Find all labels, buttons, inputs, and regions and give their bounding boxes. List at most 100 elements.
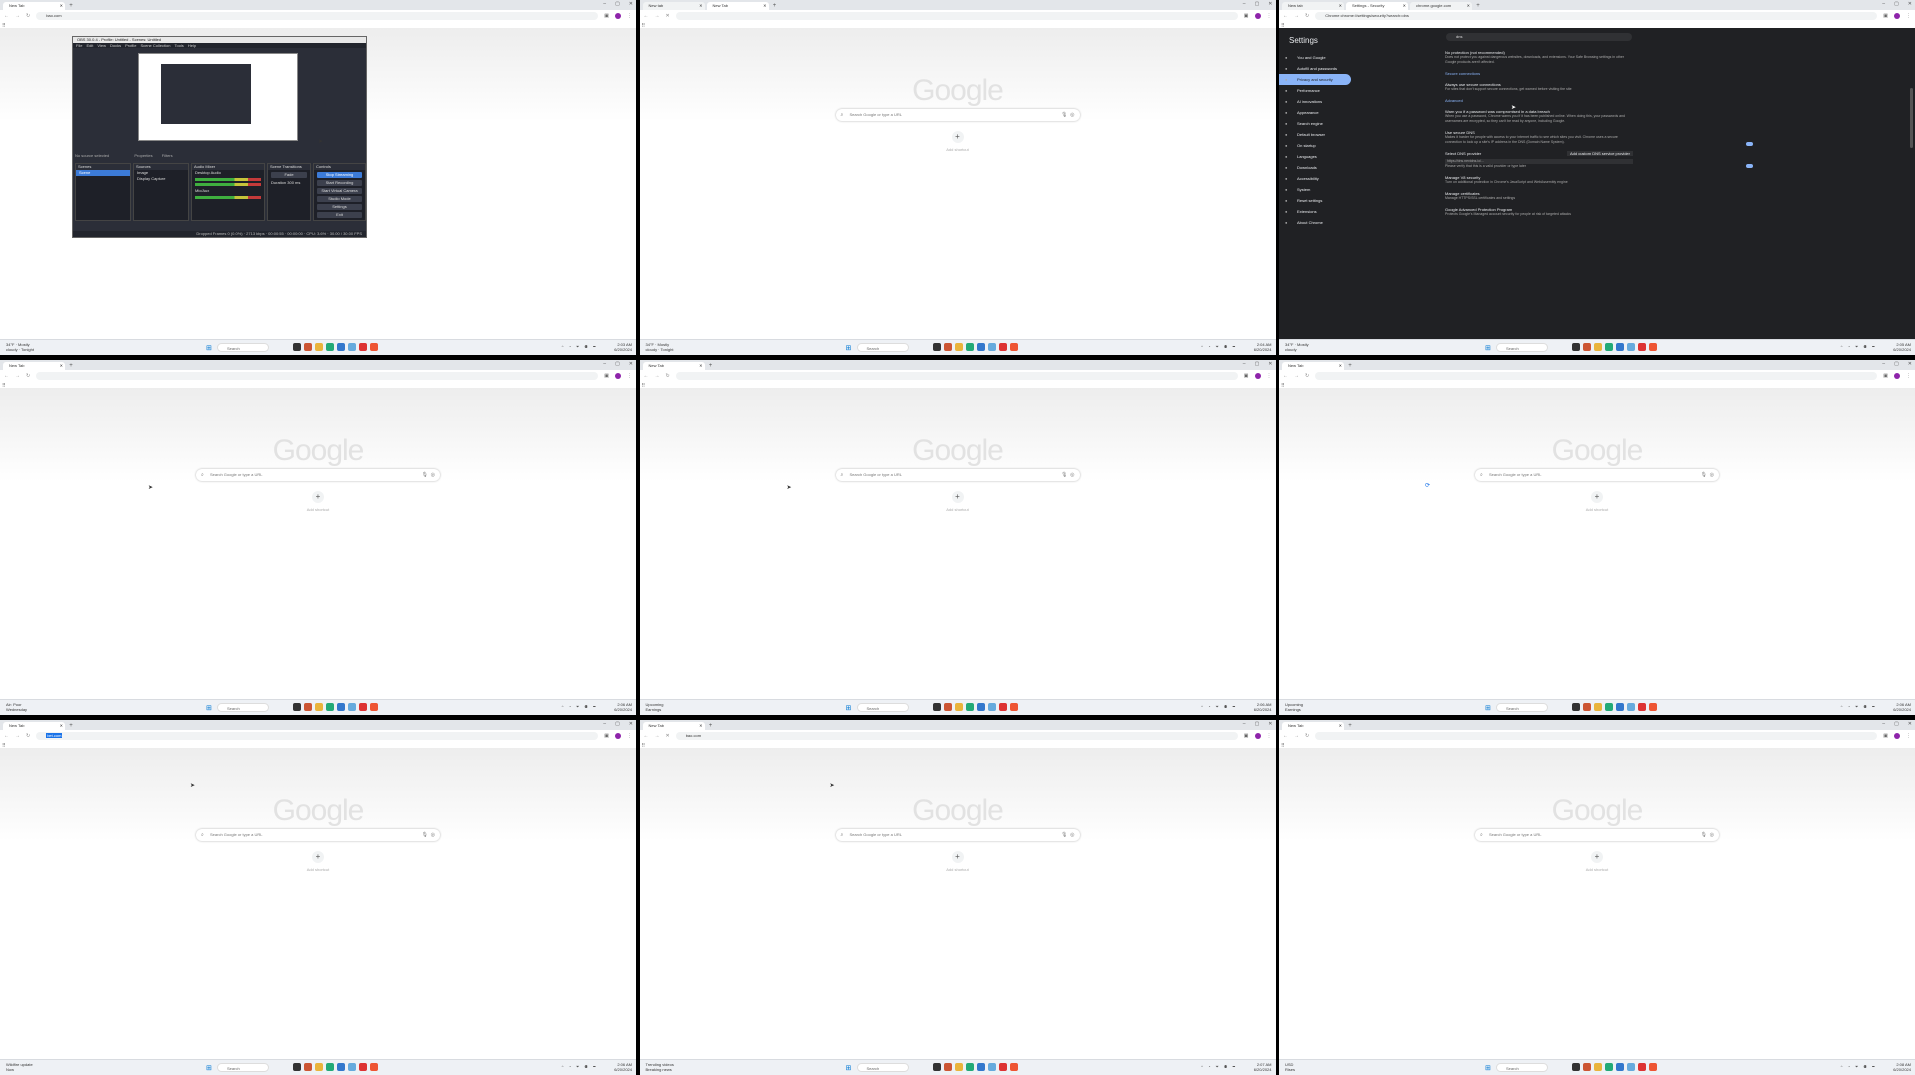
app-icon[interactable] (998, 703, 1007, 711)
file-explorer-icon[interactable] (1594, 703, 1602, 711)
minimize-icon[interactable]: – (603, 721, 606, 727)
windows-start-icon[interactable]: ⊞ (206, 704, 212, 712)
reload-icon[interactable]: ↻ (1305, 733, 1309, 739)
address-bar[interactable] (1315, 372, 1878, 380)
back-icon[interactable]: ← (644, 733, 649, 739)
taskbar-search[interactable]: Search (856, 703, 909, 712)
google-search-box[interactable]: ⌕ Search Google or type a URL 🎙 ◎ (1475, 829, 1719, 841)
forward-icon[interactable]: → (1294, 733, 1299, 739)
maximize-icon[interactable]: ▢ (615, 721, 620, 727)
exit-button[interactable]: Exit (317, 212, 362, 218)
app-icon[interactable] (326, 343, 334, 351)
reload-icon[interactable]: ↻ (26, 13, 30, 19)
forward-icon[interactable]: → (15, 733, 20, 739)
app-icon[interactable] (1638, 703, 1646, 711)
task-view-icon[interactable] (293, 343, 301, 351)
app-icon[interactable] (1583, 343, 1591, 351)
menu-icon[interactable]: ⋮ (1267, 373, 1272, 379)
address-bar[interactable]: Chrome chrome://settings/security?search… (1315, 12, 1878, 20)
menu-help[interactable]: Help (188, 43, 196, 48)
app-icon[interactable] (998, 1063, 1007, 1071)
back-icon[interactable]: ← (644, 13, 649, 19)
system-tray[interactable]: ^ ◔ ⏷ ◉ ▭ (1841, 1064, 1877, 1069)
maximize-icon[interactable]: ▢ (1255, 361, 1260, 367)
weather-widget[interactable]: Trending videos Breaking news (646, 1062, 674, 1072)
menu-view[interactable]: View (97, 43, 106, 48)
source-item-display-capture[interactable]: Display Capture (134, 176, 188, 182)
avatar[interactable] (615, 373, 621, 379)
windows-start-icon[interactable]: ⊞ (846, 1064, 852, 1072)
close-icon[interactable]: ✕ (699, 2, 702, 10)
password-toggle[interactable] (1746, 142, 1753, 146)
chrome-icon[interactable] (1649, 703, 1657, 711)
app-icon[interactable] (965, 343, 974, 351)
google-search-box[interactable]: ⌕ Search Google or type a URL 🎙 ◎ (196, 469, 440, 481)
chrome-icon[interactable] (1009, 1063, 1018, 1071)
clock[interactable]: 2:06 AM 6/20/2024 (614, 702, 632, 712)
back-icon[interactable]: ← (1283, 13, 1288, 19)
app-icon[interactable] (965, 1063, 974, 1071)
task-view-icon[interactable] (1572, 1063, 1580, 1071)
maximize-icon[interactable]: ▢ (1894, 361, 1899, 367)
properties-button[interactable]: Properties (134, 153, 152, 158)
menu-icon[interactable]: ⋮ (1267, 13, 1272, 19)
close-icon[interactable]: ✕ (60, 2, 63, 10)
browser-tab[interactable]: Settings - Security ✕ (1346, 2, 1408, 10)
close-icon[interactable]: ✕ (60, 362, 63, 370)
new-tab-icon[interactable]: + (771, 2, 779, 10)
browser-tab[interactable]: New Tab ✕ (1282, 722, 1344, 730)
close-icon[interactable]: ✕ (1339, 2, 1342, 10)
back-icon[interactable]: ← (4, 733, 9, 739)
add-shortcut-button[interactable]: + (1591, 851, 1603, 863)
taskbar-search[interactable]: Search (217, 1063, 269, 1072)
nav-autofill[interactable]: ● Autofill and passwords (1279, 63, 1351, 74)
system-tray[interactable]: ^ ◔ ⏷ ◉ ▭ (562, 704, 598, 709)
minimize-icon[interactable]: – (603, 361, 606, 367)
app-icon[interactable] (304, 343, 312, 351)
mic-icon[interactable]: 🎙 (1061, 469, 1067, 481)
nav-downloads[interactable]: ● Downloads (1279, 162, 1351, 173)
clock[interactable]: 2:04 AM 6/20/2024 (1254, 342, 1272, 352)
app-icon[interactable] (943, 1063, 952, 1071)
settings-button[interactable]: Settings (317, 204, 362, 210)
scrollbar[interactable] (1910, 88, 1913, 148)
new-tab-icon[interactable]: + (1346, 362, 1354, 370)
weather-widget[interactable]: Upcoming Earnings (646, 702, 664, 712)
app-icon[interactable] (337, 1063, 345, 1071)
clock[interactable]: 2:06 AM 6/20/2024 (614, 1062, 632, 1072)
settings-search-input[interactable]: dns (1446, 33, 1632, 41)
app-icon[interactable] (987, 343, 996, 351)
nav-reset[interactable]: ● Reset settings (1279, 195, 1351, 206)
app-icon[interactable] (976, 1063, 985, 1071)
address-bar[interactable]: bao.com (36, 12, 599, 20)
app-icon[interactable] (326, 1063, 334, 1071)
new-tab-icon[interactable]: + (1474, 2, 1482, 10)
nav-accessibility[interactable]: ● Accessibility (1279, 173, 1351, 184)
close-window-icon[interactable]: ✕ (1908, 1, 1912, 7)
task-view-icon[interactable] (1572, 343, 1580, 351)
app-icon[interactable] (359, 343, 367, 351)
nav-ai[interactable]: ● AI innovations (1279, 96, 1351, 107)
lens-icon[interactable]: ◎ (1710, 829, 1714, 841)
browser-tab[interactable]: New tab ✕ (1282, 2, 1344, 10)
minimize-icon[interactable]: – (1243, 1, 1246, 7)
maximize-icon[interactable]: ▢ (1255, 721, 1260, 727)
secure-dns-toggle[interactable] (1746, 164, 1753, 168)
new-tab-icon[interactable]: + (707, 722, 715, 730)
chrome-icon[interactable] (370, 703, 378, 711)
nav-performance[interactable]: ● Performance (1279, 85, 1351, 96)
weather-widget[interactable]: 34°F · Mostly cloudy (1285, 342, 1309, 352)
task-view-icon[interactable] (932, 1063, 941, 1071)
clock[interactable]: 2:05 AM 6/20/2024 (1893, 342, 1911, 352)
browser-tab[interactable]: New Tab ✕ (642, 362, 705, 370)
app-icon[interactable] (976, 703, 985, 711)
menu-icon[interactable]: ⋮ (627, 733, 632, 739)
clock[interactable]: 2:03 AM 6/20/2024 (614, 342, 632, 352)
browser-tab[interactable]: New Tab ✕ (642, 722, 705, 730)
stop-icon[interactable]: ✕ (666, 733, 670, 739)
app-icon[interactable] (304, 1063, 312, 1071)
weather-widget[interactable]: 34°F · Mostly cloudy · Tonight (6, 342, 34, 352)
add-shortcut-button[interactable]: + (951, 851, 964, 863)
google-search-box[interactable]: ⌕ Search Google or type a URL 🎙 ◎ (835, 829, 1080, 841)
close-window-icon[interactable]: ✕ (629, 1, 633, 7)
